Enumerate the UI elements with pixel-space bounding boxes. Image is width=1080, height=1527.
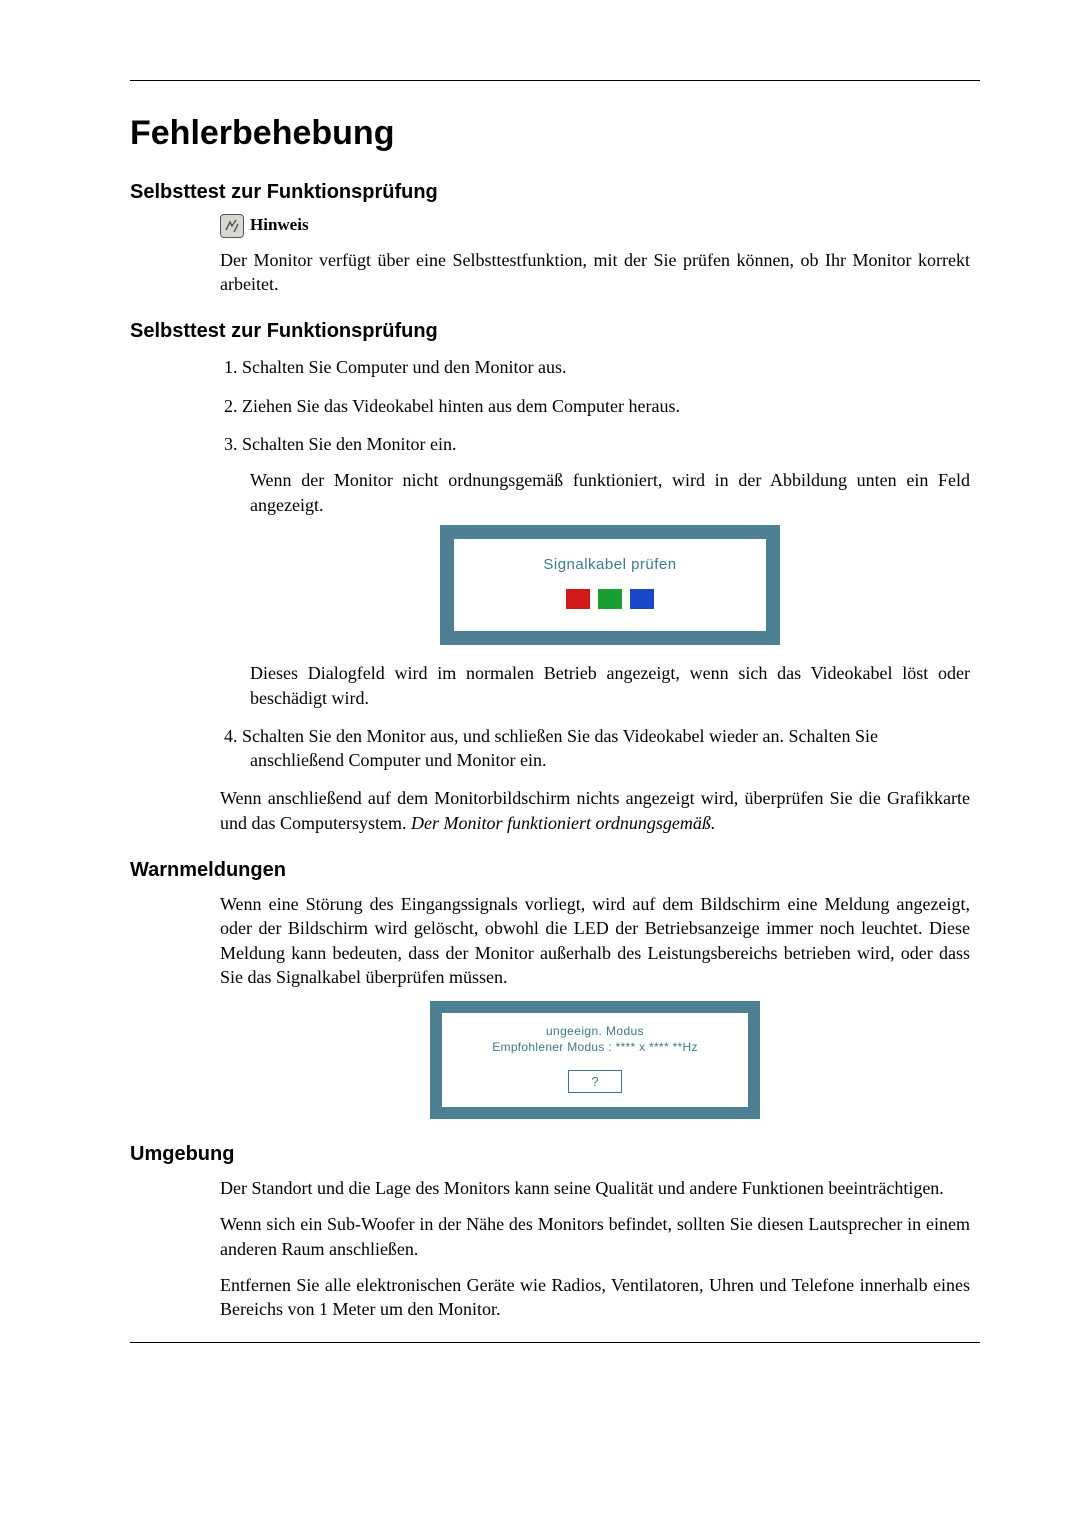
section-heading-selftest-1: Selbsttest zur Funktionsprüfung [130,179,980,206]
signal-dialog-text: Signalkabel prüfen [464,555,756,575]
followup-italic: Der Monitor funktioniert ordnungsgemäß. [411,813,715,833]
section-heading-environment: Umgebung [130,1141,980,1168]
step-3-note: Wenn der Monitor nicht ordnungsgemäß fun… [250,468,970,517]
warn-line-2: Empfohlener Modus : **** x **** **Hz [450,1039,740,1055]
question-button: ? [568,1070,621,1094]
note-icon [220,214,244,238]
color-red-icon [566,589,590,609]
step-1-text: Schalten Sie Computer und den Monitor au… [242,357,566,377]
step-3: Schalten Sie den Monitor ein. Wenn der M… [220,432,970,710]
step-2: Ziehen Sie das Videokabel hinten aus dem… [220,394,970,418]
color-blue-icon [630,589,654,609]
section-2-followup: Wenn anschließend auf dem Monitorbildsch… [220,786,970,835]
hint-body: Der Monitor verfügt über eine Selbsttest… [220,248,970,297]
env-p1: Der Standort und die Lage des Monitors k… [220,1176,970,1200]
warnings-body: Wenn eine Störung des Eingangssignals vo… [220,892,970,989]
signal-check-dialog: Signalkabel prüfen [440,525,780,645]
color-squares [464,589,756,609]
hint-label: Hinweis [250,214,309,237]
section-2-body: Schalten Sie Computer und den Monitor au… [220,355,970,835]
section-3-body: Wenn eine Störung des Eingangssignals vo… [220,892,970,1119]
top-rule [130,80,980,81]
section-heading-selftest-2: Selbsttest zur Funktionsprüfung [130,318,980,345]
step-4-text: Schalten Sie den Monitor aus, und schlie… [242,726,878,770]
step-4: Schalten Sie den Monitor aus, und schlie… [220,724,970,773]
warn-line-1: ungeeign. Modus [450,1023,740,1039]
steps-list: Schalten Sie Computer und den Monitor au… [220,355,970,772]
step-3-text: Schalten Sie den Monitor ein. [242,434,456,454]
hint-row: Hinweis [220,214,970,238]
color-green-icon [598,589,622,609]
section-heading-warnings: Warnmeldungen [130,857,980,884]
env-p3: Entfernen Sie alle elektronischen Geräte… [220,1273,970,1322]
signal-dialog-inner: Signalkabel prüfen [454,539,766,631]
unsupported-mode-dialog: ungeeign. Modus Empfohlener Modus : ****… [430,1001,760,1119]
page: Fehlerbehebung Selbsttest zur Funktionsp… [0,0,1080,1527]
step-1: Schalten Sie Computer und den Monitor au… [220,355,970,379]
section-4-body: Der Standort und die Lage des Monitors k… [220,1176,970,1321]
env-p2: Wenn sich ein Sub-Woofer in der Nähe des… [220,1212,970,1261]
unsupported-mode-inner: ungeeign. Modus Empfohlener Modus : ****… [442,1013,748,1107]
step-3-after: Dieses Dialogfeld wird im normalen Betri… [250,661,970,710]
bottom-rule [130,1342,980,1343]
step-2-text: Ziehen Sie das Videokabel hinten aus dem… [242,396,680,416]
page-title: Fehlerbehebung [130,111,980,157]
section-1-body: Hinweis Der Monitor verfügt über eine Se… [220,214,970,297]
